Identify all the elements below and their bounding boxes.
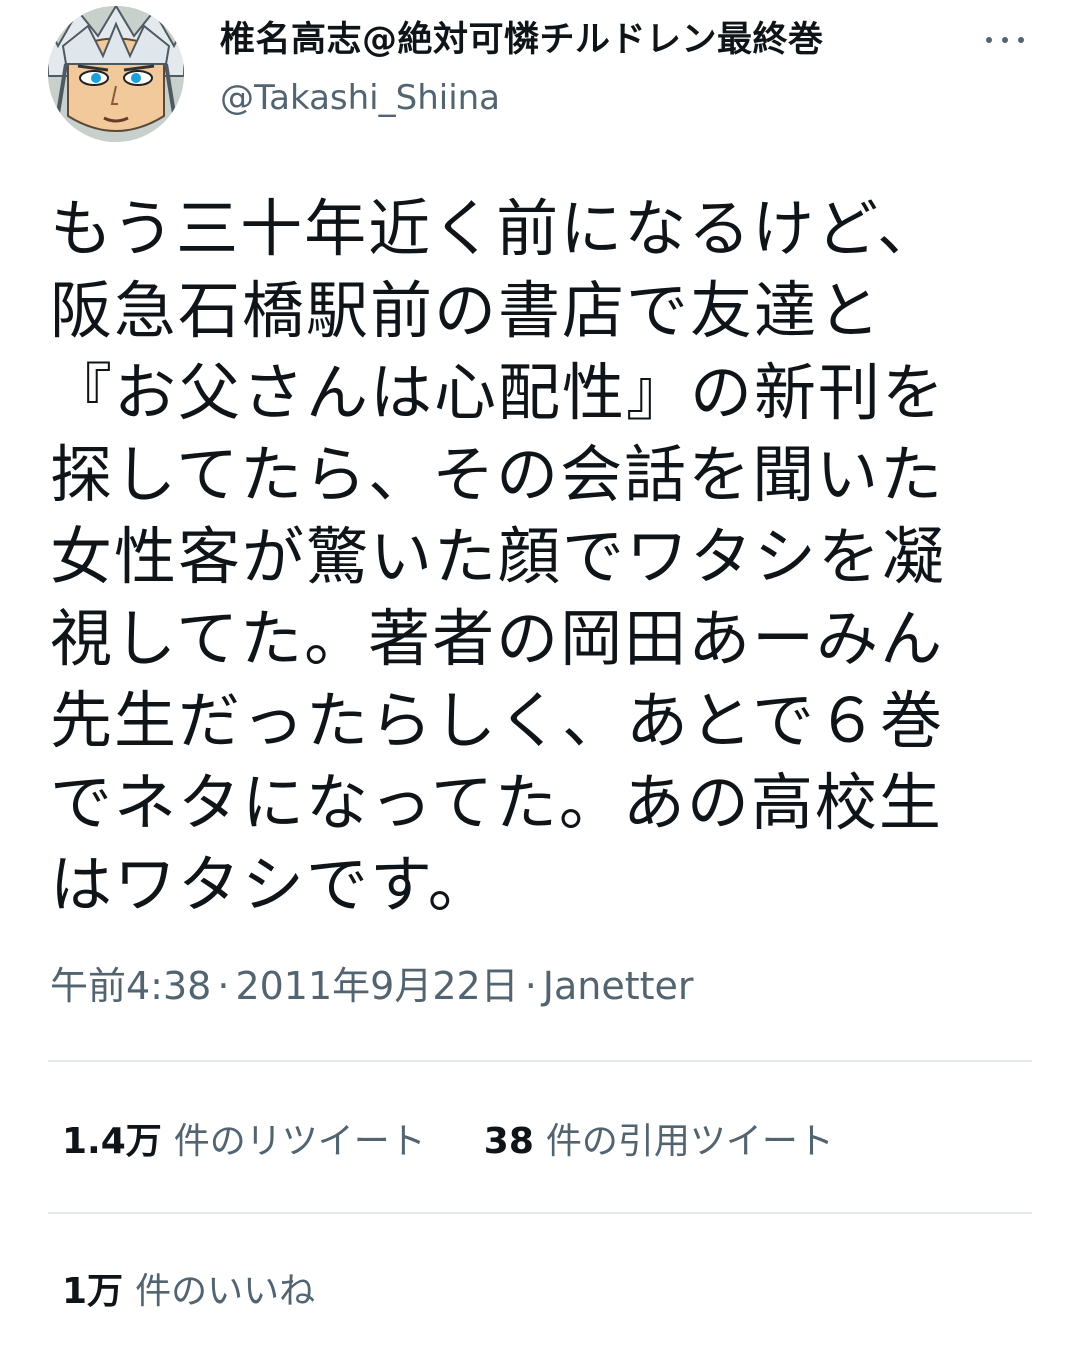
more-horizontal-icon-dot xyxy=(1002,37,1008,43)
more-horizontal-icon-dot xyxy=(1018,37,1024,43)
retweets-label: 件のリツイート xyxy=(173,1121,426,1162)
likes-count: 1万 xyxy=(62,1271,124,1312)
tweet-header: 椎名高志@絶対可憐チルドレン最終巻 @Takashi_Shiina xyxy=(0,0,1080,150)
tweet-date[interactable]: 2011年9月22日 xyxy=(235,964,518,1008)
divider xyxy=(48,1060,1032,1062)
divider xyxy=(48,1212,1032,1214)
likes-stat[interactable]: 1万 件のいいね xyxy=(62,1262,315,1314)
stats-row: 1.4万 件のリツイート 38 件の引用ツイート xyxy=(62,1110,892,1166)
avatar-anime-character-icon xyxy=(48,6,184,142)
more-button[interactable] xyxy=(970,14,1040,66)
retweets-stat[interactable]: 1.4万 件のリツイート xyxy=(62,1112,426,1164)
tweet-source[interactable]: Janetter xyxy=(543,964,694,1008)
likes-label: 件のいいね xyxy=(135,1271,316,1312)
quotes-count: 38 xyxy=(483,1121,534,1162)
avatar[interactable] xyxy=(48,6,184,142)
tweet-meta: 午前4:38 · 2011年9月22日 · Janetter xyxy=(50,958,694,1014)
meta-separator: · xyxy=(217,964,230,1008)
author-handle[interactable]: @Takashi_Shiina xyxy=(220,74,500,122)
author-display-name[interactable]: 椎名高志@絶対可憐チルドレン最終巻 xyxy=(220,14,824,66)
tweet-time[interactable]: 午前4:38 xyxy=(50,964,211,1008)
more-horizontal-icon xyxy=(986,37,992,43)
likes-row: 1万 件のいいね xyxy=(62,1260,373,1316)
tweet-text: もう三十年近く前になるけど、 阪急石橋駅前の書店で友達と 『お父さんは心配性』の… xyxy=(50,192,947,921)
quotes-stat[interactable]: 38 件の引用ツイート xyxy=(484,1112,834,1164)
quotes-label: 件の引用ツイート xyxy=(545,1121,834,1162)
retweets-count: 1.4万 xyxy=(62,1121,162,1162)
meta-separator: · xyxy=(524,964,537,1008)
